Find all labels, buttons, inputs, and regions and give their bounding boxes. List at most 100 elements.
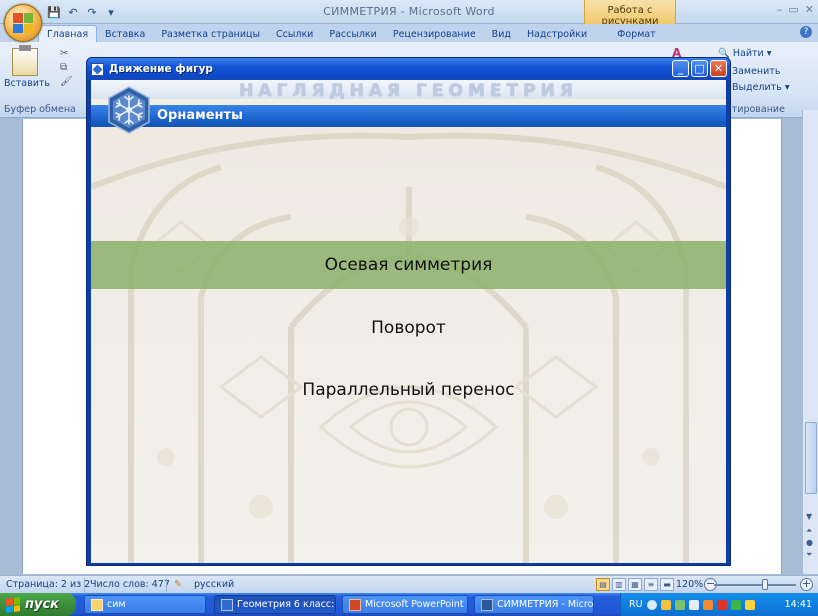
menu-item-parallel-translation[interactable]: Параллельный перенос bbox=[91, 366, 726, 414]
app-content: НАГЛЯДНАЯ ГЕОМЕТРИЯ Орнаменты Осевая сим… bbox=[91, 80, 726, 563]
cut-icon[interactable]: ✂ bbox=[60, 48, 68, 59]
tray-app-icon[interactable] bbox=[730, 599, 741, 610]
context-tab-group: Работа с рисунками bbox=[584, 0, 676, 27]
volume-icon[interactable] bbox=[744, 599, 755, 610]
section-title: Орнаменты bbox=[157, 108, 243, 123]
next-page-icon[interactable]: ⏷ bbox=[806, 550, 812, 560]
document-title: СИММЕТРИЯ - Microsoft Word bbox=[323, 5, 495, 18]
page-count[interactable]: Страница: 2 из 2 bbox=[6, 579, 90, 590]
close-button[interactable]: ✕ bbox=[710, 60, 727, 77]
app-title-bar[interactable]: Движение фигур _ □ ✕ bbox=[87, 58, 730, 80]
scroll-down-icon[interactable]: ▼ bbox=[806, 512, 812, 521]
copy-icon[interactable]: ⧉ bbox=[60, 62, 67, 73]
tab-mailings[interactable]: Рассылки bbox=[321, 26, 384, 42]
status-bar: Страница: 2 из 2 Число слов: 477 ✎ русск… bbox=[0, 575, 818, 593]
windows-flag-icon bbox=[6, 596, 20, 613]
taskbar-item-folder[interactable]: сим bbox=[84, 595, 206, 614]
tray-app-icon[interactable] bbox=[688, 599, 699, 610]
full-screen-reading-icon[interactable]: ▥ bbox=[612, 578, 626, 591]
tab-addins[interactable]: Надстройки bbox=[519, 26, 595, 42]
clipboard-group: Вставить ✂ ⧉ 🖌 Буфер обмена bbox=[2, 44, 86, 116]
taskbar-item-label: сим bbox=[107, 599, 126, 610]
scrollbar-thumb[interactable] bbox=[805, 422, 817, 494]
app-window: Движение фигур _ □ ✕ НАГЛЯДНАЯ ГЕОМЕТРИЯ… bbox=[86, 57, 731, 566]
app-header: НАГЛЯДНАЯ ГЕОМЕТРИЯ bbox=[91, 80, 726, 101]
antivirus-icon[interactable] bbox=[716, 599, 727, 610]
taskbar-item-powerpoint[interactable]: Microsoft PowerPoint ... bbox=[342, 595, 468, 614]
language-indicator[interactable]: RU bbox=[629, 599, 643, 610]
word-window-controls: – ▭ ✕ bbox=[777, 3, 814, 16]
snowflake-emblem-icon bbox=[108, 86, 150, 134]
maximize-icon: □ bbox=[694, 62, 705, 75]
outline-icon[interactable]: ≡ bbox=[644, 578, 658, 591]
replace-button[interactable]: Заменить bbox=[732, 66, 780, 77]
folder-icon bbox=[91, 598, 103, 611]
paste-button-label[interactable]: Вставить bbox=[4, 78, 50, 89]
app-icon[interactable] bbox=[91, 62, 104, 76]
previous-page-icon[interactable]: ⏶ bbox=[806, 526, 812, 536]
select-button[interactable]: Выделить ▾ bbox=[732, 82, 790, 93]
network-icon[interactable] bbox=[674, 599, 685, 610]
start-button[interactable]: пуск bbox=[0, 593, 76, 616]
taskbar-item-word[interactable]: СИММЕТРИЯ - Micros... bbox=[474, 595, 594, 614]
minimize-button[interactable]: _ bbox=[672, 60, 689, 77]
language[interactable]: русский bbox=[194, 579, 234, 590]
editing-group-label: ктирование bbox=[726, 104, 785, 115]
tray-app-icon[interactable] bbox=[702, 599, 713, 610]
status-separator bbox=[166, 578, 167, 592]
proofing-icon[interactable]: ✎ bbox=[174, 579, 182, 590]
word-icon bbox=[481, 598, 493, 611]
minimize-icon: _ bbox=[677, 62, 684, 75]
section-bar: Орнаменты bbox=[91, 105, 726, 127]
format-painter-icon[interactable]: 🖌 bbox=[60, 76, 73, 87]
tab-page-layout[interactable]: Разметка страницы bbox=[153, 26, 268, 42]
tab-review[interactable]: Рецензирование bbox=[385, 26, 484, 42]
start-label: пуск bbox=[25, 597, 59, 612]
close-icon[interactable]: ✕ bbox=[805, 3, 814, 16]
taskbar: пуск сим Геометрия 6 класс: ... Microsof… bbox=[0, 593, 818, 616]
menu-item-rotation[interactable]: Поворот bbox=[91, 304, 726, 352]
tray-arrow-icon[interactable] bbox=[646, 599, 657, 610]
app-icon bbox=[221, 598, 233, 611]
browse-object-icon[interactable]: ● bbox=[806, 538, 813, 547]
tab-format[interactable]: Формат bbox=[609, 26, 664, 42]
taskbar-item-label: Microsoft PowerPoint ... bbox=[365, 599, 468, 610]
draft-icon[interactable]: ▬ bbox=[660, 578, 674, 591]
word-title-bar: 💾 ↶ ↷ ▾ СИММЕТРИЯ - Microsoft Word Работ… bbox=[0, 0, 818, 42]
taskbar-item-label: Геометрия 6 класс: ... bbox=[237, 599, 336, 610]
tab-view[interactable]: Вид bbox=[484, 26, 519, 42]
taskbar-item-geometry[interactable]: Геометрия 6 класс: ... bbox=[214, 595, 336, 614]
menu-item-axial-symmetry[interactable]: Осевая симметрия bbox=[91, 241, 726, 289]
word-count[interactable]: Число слов: 477 bbox=[90, 579, 170, 590]
maximize-button[interactable]: □ bbox=[691, 60, 708, 77]
ribbon-tabs: Главная Вставка Разметка страницы Ссылки… bbox=[0, 24, 818, 42]
tab-insert[interactable]: Вставка bbox=[97, 26, 153, 42]
print-layout-icon[interactable]: ▤ bbox=[596, 578, 610, 591]
app-title: Движение фигур bbox=[109, 63, 213, 75]
minimize-icon[interactable]: – bbox=[777, 3, 783, 16]
view-buttons: ▤ ▥ ▦ ≡ ▬ bbox=[596, 578, 674, 591]
zoom-slider[interactable] bbox=[714, 584, 796, 586]
clock[interactable]: 14:41 bbox=[785, 599, 818, 610]
paste-icon[interactable] bbox=[12, 45, 38, 76]
web-layout-icon[interactable]: ▦ bbox=[628, 578, 642, 591]
restore-icon[interactable]: ▭ bbox=[788, 3, 798, 16]
tab-home[interactable]: Главная bbox=[38, 25, 98, 42]
powerpoint-icon bbox=[349, 598, 361, 611]
app-window-controls: _ □ ✕ bbox=[672, 60, 727, 77]
menu-item-label: Осевая симметрия bbox=[324, 255, 493, 275]
zoom-in-icon[interactable]: + bbox=[800, 578, 813, 591]
zoom-level[interactable]: 120% bbox=[676, 579, 703, 590]
help-icon[interactable]: ? bbox=[800, 26, 812, 38]
menu-item-label: Поворот bbox=[371, 318, 446, 338]
vertical-scrollbar[interactable]: ▼ ⏶ ● ⏷ bbox=[802, 110, 818, 574]
system-tray: RU 14:41 bbox=[620, 593, 818, 616]
close-icon: ✕ bbox=[713, 62, 724, 75]
menu-item-label: Параллельный перенос bbox=[302, 380, 515, 400]
zoom-slider-knob[interactable] bbox=[762, 579, 768, 590]
tab-references[interactable]: Ссылки bbox=[268, 26, 321, 42]
office-logo-icon bbox=[13, 13, 33, 33]
clipboard-group-label: Буфер обмена bbox=[4, 104, 76, 115]
office-button[interactable] bbox=[4, 4, 42, 42]
tray-app-icon[interactable] bbox=[660, 599, 671, 610]
